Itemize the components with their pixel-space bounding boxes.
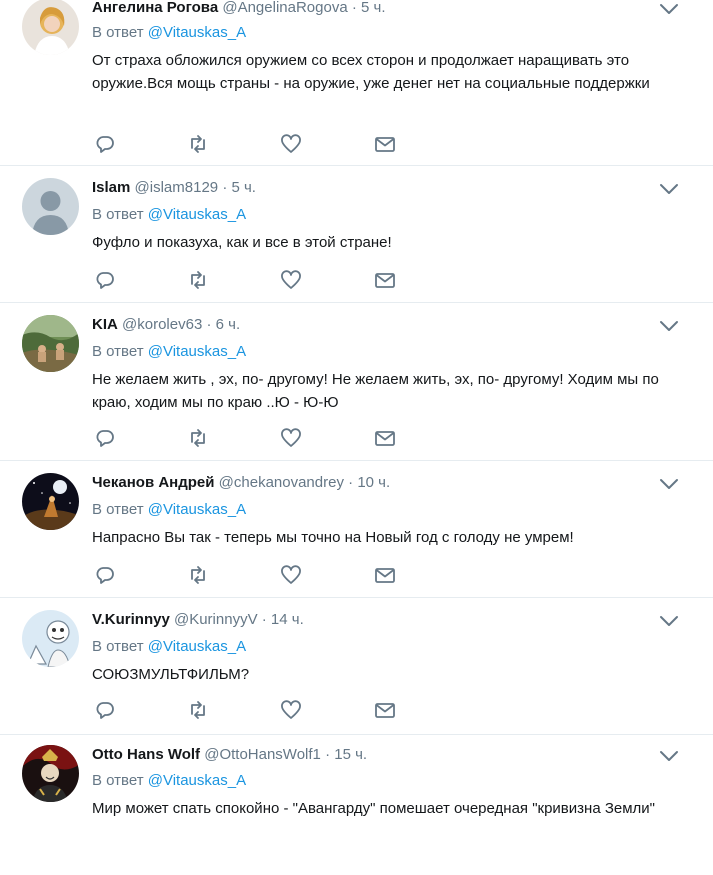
tweet[interactable]: V.Kurinnyy @KurinnyyV · 14 ч. В ответ @V… (0, 598, 713, 735)
tweet-header: Islam @islam8129 · 5 ч. (92, 178, 256, 198)
avatar[interactable] (22, 178, 79, 235)
like-icon[interactable] (280, 427, 302, 449)
avatar[interactable] (22, 610, 79, 667)
like-icon[interactable] (280, 699, 302, 721)
separator-dot: · (261, 611, 267, 628)
reply-prefix: В ответ (92, 343, 144, 360)
author-handle[interactable]: @islam8129 (135, 179, 219, 196)
author-name[interactable]: Ангелина Рогова (92, 0, 218, 16)
retweet-icon[interactable] (187, 427, 209, 449)
tweet-text: От страха обложился оружием со всех стор… (92, 52, 650, 92)
chevron-down-icon[interactable] (658, 1, 680, 17)
tweet[interactable]: Otto Hans Wolf @OttoHansWolf1 · 15 ч. В … (0, 735, 713, 875)
reply-icon[interactable] (94, 699, 116, 721)
tweet-time[interactable]: 10 ч. (357, 474, 390, 491)
tweet-text: Фуфло и показуха, как и все в этой стран… (92, 234, 392, 251)
reply-context: В ответ @Vitauskas_A (92, 637, 246, 657)
author-handle[interactable]: @KurinnyyV (174, 611, 258, 628)
tweet[interactable]: Islam @islam8129 · 5 ч. В ответ @Vitausk… (0, 166, 713, 303)
tweet[interactable]: Чеканов Андрей @chekanovandrey · 10 ч. В… (0, 461, 713, 598)
chevron-down-icon[interactable] (658, 613, 680, 629)
direct-message-icon[interactable] (374, 269, 396, 291)
author-name[interactable]: V.Kurinnyy (92, 611, 170, 628)
reply-icon[interactable] (94, 269, 116, 291)
reply-icon[interactable] (94, 133, 116, 155)
tweet-actions (92, 427, 412, 449)
reply-mention-link[interactable]: @Vitauskas_A (148, 206, 246, 223)
reply-mention-link[interactable]: @Vitauskas_A (148, 638, 246, 655)
tweet-header: Чеканов Андрей @chekanovandrey · 10 ч. (92, 473, 390, 493)
tweet[interactable]: Ангелина Рогова @AngelinaRogova · 5 ч. В… (0, 0, 713, 166)
reply-context: В ответ @Vitauskas_A (92, 342, 246, 362)
reply-context: В ответ @Vitauskas_A (92, 500, 246, 520)
direct-message-icon[interactable] (374, 133, 396, 155)
chevron-down-icon[interactable] (658, 748, 680, 764)
chevron-down-icon[interactable] (658, 476, 680, 492)
tweet-text: Напрасно Вы так - теперь мы точно на Нов… (92, 529, 574, 546)
tweet-actions (92, 133, 412, 155)
author-handle[interactable]: @AngelinaRogova (222, 0, 347, 16)
like-icon[interactable] (280, 133, 302, 155)
tweet-text: Мир может спать спокойно - "Авангарду" п… (92, 800, 655, 817)
separator-dot: · (206, 316, 212, 333)
separator-dot: · (351, 0, 357, 16)
tweet-time[interactable]: 6 ч. (216, 316, 241, 333)
avatar[interactable] (22, 745, 79, 802)
avatar[interactable] (22, 0, 79, 55)
tweet-actions (92, 269, 412, 291)
reply-context: В ответ @Vitauskas_A (92, 771, 246, 791)
tweet-header: KIA @korolev63 · 6 ч. (92, 315, 240, 335)
author-handle[interactable]: @korolev63 (122, 316, 202, 333)
author-name[interactable]: KIA (92, 316, 118, 333)
reply-icon[interactable] (94, 564, 116, 586)
chevron-down-icon[interactable] (658, 318, 680, 334)
tweet[interactable]: KIA @korolev63 · 6 ч. В ответ @Vitauskas… (0, 303, 713, 461)
reply-prefix: В ответ (92, 638, 144, 655)
like-icon[interactable] (280, 564, 302, 586)
tweet-header: V.Kurinnyy @KurinnyyV · 14 ч. (92, 610, 304, 630)
retweet-icon[interactable] (187, 699, 209, 721)
reply-prefix: В ответ (92, 206, 144, 223)
direct-message-icon[interactable] (374, 427, 396, 449)
author-name[interactable]: Чеканов Андрей (92, 474, 214, 491)
reply-prefix: В ответ (92, 501, 144, 518)
reply-context: В ответ @Vitauskas_A (92, 205, 246, 225)
tweet-time[interactable]: 5 ч. (361, 0, 386, 16)
tweet-header: Otto Hans Wolf @OttoHansWolf1 · 15 ч. (92, 745, 367, 765)
retweet-icon[interactable] (187, 564, 209, 586)
chevron-down-icon[interactable] (658, 181, 680, 197)
tweet-time[interactable]: 5 ч. (231, 179, 256, 196)
reply-icon[interactable] (94, 427, 116, 449)
reply-mention-link[interactable]: @Vitauskas_A (148, 501, 246, 518)
direct-message-icon[interactable] (374, 699, 396, 721)
reply-mention-link[interactable]: @Vitauskas_A (148, 772, 246, 789)
avatar[interactable] (22, 315, 79, 372)
author-handle[interactable]: @OttoHansWolf1 (204, 746, 321, 763)
tweet-text: СОЮЗМУЛЬТФИЛЬМ? (92, 666, 250, 683)
tweet-time[interactable]: 15 ч. (334, 746, 367, 763)
tweet-actions (92, 564, 412, 586)
author-name[interactable]: Islam (92, 179, 130, 196)
tweet-actions (92, 699, 412, 721)
direct-message-icon[interactable] (374, 564, 396, 586)
tweet-header: Ангелина Рогова @AngelinaRogova · 5 ч. (92, 0, 386, 18)
separator-dot: · (222, 179, 228, 196)
reply-mention-link[interactable]: @Vitauskas_A (148, 343, 246, 360)
avatar[interactable] (22, 473, 79, 530)
reply-context: В ответ @Vitauskas_A (92, 23, 246, 43)
tweet-text: Не желаем жить , эх, по- другому! Не жел… (92, 371, 659, 411)
reply-prefix: В ответ (92, 24, 144, 41)
like-icon[interactable] (280, 269, 302, 291)
retweet-icon[interactable] (187, 133, 209, 155)
reply-mention-link[interactable]: @Vitauskas_A (148, 24, 246, 41)
reply-prefix: В ответ (92, 772, 144, 789)
separator-dot: · (348, 474, 354, 491)
retweet-icon[interactable] (187, 269, 209, 291)
author-handle[interactable]: @chekanovandrey (219, 474, 344, 491)
separator-dot: · (325, 746, 331, 763)
author-name[interactable]: Otto Hans Wolf (92, 746, 200, 763)
tweet-time[interactable]: 14 ч. (271, 611, 304, 628)
